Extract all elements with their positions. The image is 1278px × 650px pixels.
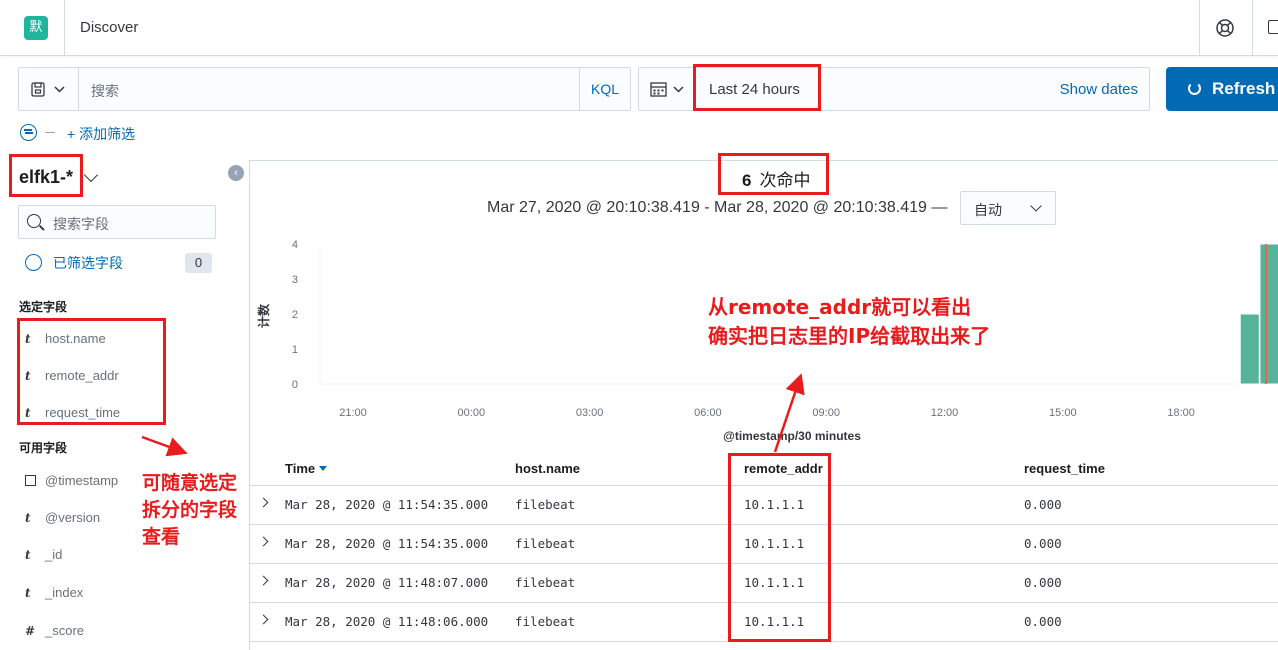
annotation-line: 从remote_addr就可以看出 — [708, 295, 972, 319]
annotation-line: 确实把日志里的IP给截取出来了 — [708, 324, 991, 348]
discover-page: 默 Discover 搜索 KQL Last 24 hours Show dat… — [0, 0, 1278, 650]
annotation-arrows — [141, 373, 805, 457]
annotation-line: 可随意选定 — [142, 472, 238, 494]
annotation-line: 拆分的字段 — [142, 499, 238, 521]
annotation-note-chart: 从remote_addr就可以看出 确实把日志里的IP给截取出来了 — [708, 293, 990, 351]
annotation-note-fields: 可随意选定 拆分的字段 查看 — [142, 470, 237, 551]
annotation-line: 查看 — [142, 526, 181, 548]
